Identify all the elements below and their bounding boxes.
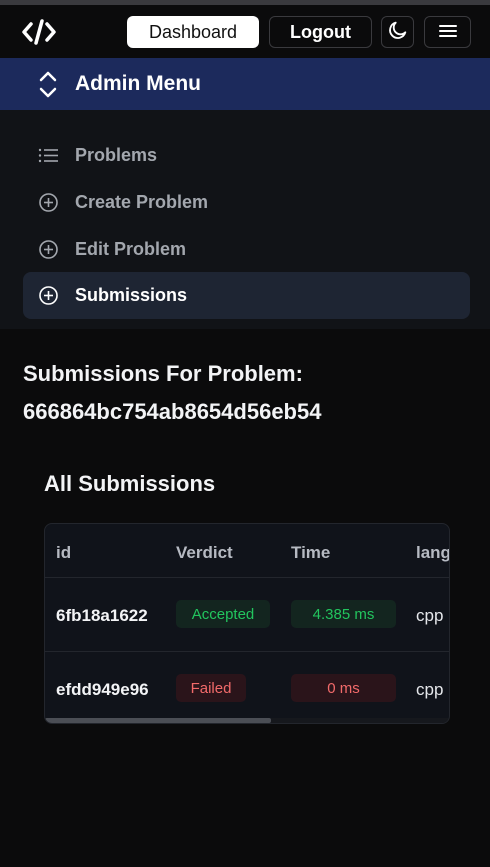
theme-toggle-button[interactable] — [381, 16, 414, 48]
menu-item-submissions[interactable]: Submissions — [23, 272, 470, 319]
submission-id[interactable]: efdd949e96 — [56, 680, 149, 700]
row-divider — [45, 651, 449, 652]
lang-cell: cpp — [416, 606, 444, 625]
column-header-time: Time — [291, 543, 331, 562]
admin-menu-toggle[interactable]: Admin Menu — [0, 58, 490, 110]
plus-circle-icon — [38, 285, 59, 306]
column-header-verdict: Verdict — [176, 543, 233, 562]
problem-id: 666864bc754ab8654d56eb54 — [23, 399, 322, 424]
menu-item-label: Submissions — [75, 285, 188, 305]
menu-item-label: Problems — [75, 145, 158, 165]
page-title-line1: Submissions For Problem: — [23, 361, 303, 386]
plus-circle-icon — [38, 192, 59, 213]
logout-button[interactable]: Logout — [269, 16, 372, 48]
verdict-badge: Failed — [176, 674, 246, 702]
section-title: All Submissions — [44, 471, 216, 496]
column-header-id: id — [56, 543, 72, 562]
chevron-up-down-icon — [38, 71, 58, 98]
submissions-table[interactable]: id Verdict Time lang 6fb18a1622 Accepted… — [44, 523, 450, 724]
row-divider — [45, 577, 449, 578]
hamburger-menu-button[interactable] — [424, 16, 471, 48]
dashboard-button[interactable]: Dashboard — [127, 16, 259, 48]
menu-item-label: Create Problem — [75, 192, 209, 212]
verdict-badge: Accepted — [176, 600, 270, 628]
plus-circle-icon — [38, 239, 59, 260]
admin-menu-title: Admin Menu — [75, 72, 201, 95]
menu-item-create-problem[interactable]: Create Problem — [23, 179, 470, 226]
column-header-lang: lang — [416, 543, 450, 562]
menu-item-problems[interactable]: Problems — [23, 132, 470, 179]
moon-icon — [387, 19, 409, 46]
submission-id[interactable]: 6fb18a1622 — [56, 606, 148, 626]
top-nav: Dashboard Logout — [0, 5, 490, 58]
lang-cell: cpp — [416, 680, 444, 699]
page-title: Submissions For Problem: 666864bc754ab86… — [23, 355, 463, 431]
menu-item-edit-problem[interactable]: Edit Problem — [23, 226, 470, 273]
menu-item-label: Edit Problem — [75, 239, 187, 259]
time-badge: 0 ms — [291, 674, 396, 702]
list-icon — [38, 145, 59, 166]
hamburger-icon — [438, 22, 457, 43]
admin-menu-list: Problems Create Problem Edit Problem Sub… — [0, 110, 490, 329]
code-logo-icon[interactable] — [22, 18, 56, 46]
time-badge: 4.385 ms — [291, 600, 396, 628]
scrollbar-thumb[interactable] — [45, 718, 271, 723]
